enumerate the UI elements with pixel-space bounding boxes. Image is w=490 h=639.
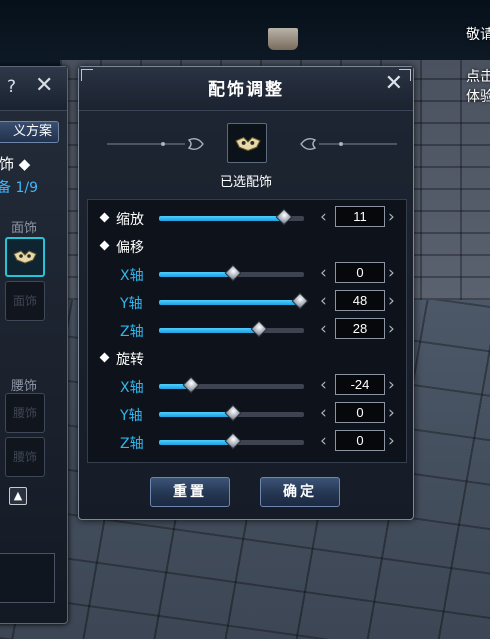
- offset-z-value[interactable]: 28: [335, 318, 385, 339]
- waist-slot-1[interactable]: 腰饰: [5, 393, 45, 433]
- side-close-icon[interactable]: ✕: [35, 73, 53, 98]
- rotate-y-row: Y轴 ‹ 0 ›: [88, 402, 406, 426]
- close-icon[interactable]: ✕: [385, 71, 403, 96]
- slider-handle[interactable]: [275, 208, 293, 226]
- slider-fill: [159, 272, 233, 277]
- slider-fill: [159, 328, 260, 333]
- offset-y-label: Y轴: [120, 296, 143, 312]
- side-small-button[interactable]: ▲: [9, 487, 27, 505]
- face-mask-icon: [235, 136, 261, 152]
- offset-z-label: Z轴: [120, 324, 144, 340]
- help-icon[interactable]: ?: [7, 77, 16, 97]
- rotate-y-slider[interactable]: [159, 404, 304, 422]
- face-slot-empty[interactable]: 面饰: [5, 281, 45, 321]
- scale-value[interactable]: 11: [335, 206, 385, 227]
- decrement-arrow-icon[interactable]: ‹: [320, 207, 327, 227]
- scale-slider[interactable]: [159, 208, 304, 226]
- scene-hint-1: 敬请: [466, 27, 490, 43]
- slider-fill: [159, 216, 284, 221]
- rotate-x-row: X轴 ‹ -24 ›: [88, 374, 406, 398]
- increment-arrow-icon[interactable]: ›: [388, 403, 395, 423]
- face-category-label: 面饰: [11, 221, 38, 236]
- slider-handle[interactable]: [182, 376, 200, 394]
- face-mask-icon: [13, 250, 37, 264]
- increment-arrow-icon[interactable]: ›: [388, 319, 395, 339]
- waist-category-label: 腰饰: [11, 379, 38, 394]
- rotate-x-slider[interactable]: [159, 376, 304, 394]
- slider-handle[interactable]: [224, 432, 242, 450]
- offset-x-label: X轴: [120, 268, 144, 284]
- slider-handle[interactable]: [224, 264, 242, 282]
- increment-arrow-icon[interactable]: ›: [388, 207, 395, 227]
- slider-fill: [159, 440, 233, 445]
- offset-y-slider[interactable]: [159, 292, 309, 310]
- offset-x-slider[interactable]: [159, 264, 304, 282]
- left-ornament-icon: [107, 137, 204, 151]
- rotate-z-row: Z轴 ‹ 0 ›: [88, 430, 406, 454]
- rotate-y-value[interactable]: 0: [335, 402, 385, 423]
- selected-accessory-preview: [227, 123, 267, 163]
- rotate-y-label: Y轴: [120, 408, 143, 424]
- rotate-z-slider[interactable]: [159, 432, 304, 450]
- custom-scheme-tab[interactable]: 义方案: [0, 121, 59, 143]
- rotate-header-row: 旋转: [88, 346, 406, 370]
- decrement-arrow-icon[interactable]: ‹: [320, 319, 327, 339]
- rotate-x-value[interactable]: -24: [335, 374, 385, 395]
- rotate-label: 旋转: [116, 352, 144, 368]
- increment-arrow-icon[interactable]: ›: [388, 263, 395, 283]
- rotate-z-value[interactable]: 0: [335, 430, 385, 451]
- face-slot-selected[interactable]: [5, 237, 45, 277]
- selected-accessory-label: 已选配饰: [219, 175, 272, 190]
- decrement-arrow-icon[interactable]: ‹: [320, 375, 327, 395]
- decrement-arrow-icon[interactable]: ‹: [320, 431, 327, 451]
- offset-x-value[interactable]: 0: [335, 262, 385, 283]
- adjust-rows-panel: 缩放 ‹ 11 › 偏移 X轴 ‹ 0 › Y轴 ‹ 48 › Z轴 ‹ 28 …: [87, 199, 407, 463]
- decrement-arrow-icon[interactable]: ‹: [320, 263, 327, 283]
- offset-label: 偏移: [116, 240, 144, 256]
- increment-arrow-icon[interactable]: ›: [388, 291, 395, 311]
- equip-count: 备 1/9: [0, 180, 38, 196]
- slider-handle[interactable]: [250, 320, 268, 338]
- accessory-adjust-dialog: 配饰调整 ✕ 已选配饰 缩放 ‹ 11 › 偏移 X轴 ‹ 0 › Y轴 ‹ 4…: [78, 66, 414, 520]
- accessory-side-panel: ? ✕ 义方案 饰 ◆ 备 1/9 面饰 面饰 腰饰 腰饰 腰饰 ▲: [0, 66, 68, 624]
- waist-slot-2[interactable]: 腰饰: [5, 437, 45, 477]
- slider-fill: [159, 412, 233, 417]
- slider-fill: [159, 300, 300, 305]
- confirm-button[interactable]: 确定: [260, 477, 340, 507]
- offset-y-value[interactable]: 48: [335, 290, 385, 311]
- side-panel-title: 饰 ◆: [0, 155, 31, 173]
- dialog-header: 配饰调整 ✕: [79, 67, 413, 111]
- scene-hint-3: 体验: [466, 89, 490, 105]
- bullet-diamond-icon: [99, 352, 110, 363]
- rotate-z-label: Z轴: [120, 436, 144, 452]
- scene-hint-2: 点击: [466, 69, 490, 85]
- slider-handle[interactable]: [224, 404, 242, 422]
- side-bottom-frame: [0, 553, 55, 603]
- scale-label: 缩放: [116, 212, 144, 228]
- offset-z-slider[interactable]: [159, 320, 304, 338]
- bullet-diamond-icon: [99, 212, 110, 223]
- scale-row: 缩放 ‹ 11 ›: [88, 206, 406, 230]
- slider-handle[interactable]: [291, 292, 309, 310]
- offset-z-row: Z轴 ‹ 28 ›: [88, 318, 406, 342]
- increment-arrow-icon[interactable]: ›: [388, 375, 395, 395]
- bullet-diamond-icon: [99, 240, 110, 251]
- offset-y-row: Y轴 ‹ 48 ›: [88, 290, 406, 314]
- rotate-x-label: X轴: [120, 380, 144, 396]
- distant-ship: [268, 28, 298, 50]
- offset-x-row: X轴 ‹ 0 ›: [88, 262, 406, 286]
- side-panel-header: ? ✕: [0, 67, 67, 111]
- increment-arrow-icon[interactable]: ›: [388, 431, 395, 451]
- dialog-title: 配饰调整: [208, 80, 284, 100]
- offset-header-row: 偏移: [88, 234, 406, 258]
- decrement-arrow-icon[interactable]: ‹: [320, 291, 327, 311]
- right-ornament-icon: [300, 137, 397, 151]
- decrement-arrow-icon[interactable]: ‹: [320, 403, 327, 423]
- reset-button[interactable]: 重置: [150, 477, 230, 507]
